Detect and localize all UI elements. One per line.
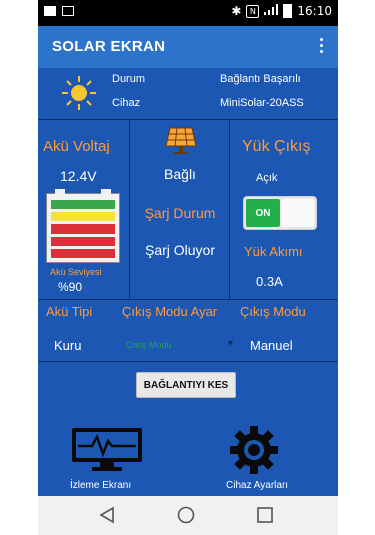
load-cell: Yük Çıkış Açık ON Yük Akımı 0.3A (230, 120, 338, 299)
battery-title: Akü Voltaj (43, 138, 110, 155)
status-bar: ✱ N 16:10 (38, 0, 338, 26)
back-icon[interactable] (98, 506, 116, 524)
battery-level-value: %90 (58, 280, 83, 294)
durum-value: Bağlantı Başarılı (220, 73, 301, 85)
battery-level-label: Akü Seviyesi (50, 267, 102, 277)
battery-type-value[interactable]: Kuru (54, 338, 81, 353)
signal-icon (264, 4, 279, 18)
info-row: Durum Bağlantı Başarılı Cihaz MiniSolar-… (38, 68, 338, 120)
output-mode-cell: Çıkış Modu Manuel (234, 300, 338, 361)
monitor-label[interactable]: İzleme Ekranı (70, 480, 131, 491)
battery-bar (51, 236, 115, 246)
battery-type-title: Akü Tipi (46, 304, 93, 319)
battery-cell: Akü Voltaj 12.4V Akü Seviyesi %90 (38, 120, 130, 299)
recents-icon[interactable] (256, 506, 274, 524)
phone-screen: ✱ N 16:10 SOLAR EKRAN Durum Bağlantı Baş… (38, 0, 338, 535)
app-title: SOLAR EKRAN (52, 38, 166, 55)
output-mode-title: Çıkış Modu (240, 304, 306, 319)
durum-label: Durum (112, 73, 146, 85)
battery-icon (283, 4, 293, 18)
dashboard: Durum Bağlantı Başarılı Cihaz MiniSolar-… (38, 68, 338, 496)
load-current-title: Yük Akımı (244, 244, 303, 259)
panel-connection: Bağlı (164, 166, 196, 182)
battery-level-icon (46, 189, 120, 263)
charge-value: Şarj Oluyor (144, 242, 216, 258)
solar-panel-icon (165, 127, 197, 154)
gear-icon[interactable] (228, 424, 280, 476)
sun-icon (62, 76, 96, 110)
battery-bar (51, 248, 115, 259)
cihaz-label: Cihaz (112, 97, 141, 109)
battery-bar (51, 200, 115, 210)
battery-voltage: 12.4V (60, 168, 97, 184)
output-mode-set-cell[interactable]: Çıkış Modu Ayar Çıkış Modu ▼ (122, 300, 235, 361)
cihaz-value: MiniSolar-20ASS (220, 97, 304, 109)
load-current-value: 0.3A (256, 274, 283, 289)
battery-bar (51, 212, 115, 222)
monitor-pulse-icon[interactable] (70, 426, 144, 472)
settings-label[interactable]: Cihaz Ayarları (226, 480, 288, 491)
nfc-icon: N (246, 4, 260, 18)
app-bar: SOLAR EKRAN (38, 26, 338, 68)
home-icon[interactable] (177, 506, 195, 524)
load-title: Yük Çıkış (242, 138, 311, 155)
charge-title: Şarj Durum (144, 205, 216, 221)
load-toggle[interactable]: ON (243, 196, 317, 230)
bluetooth-icon: ✱ (231, 4, 242, 18)
toggle-on-label: ON (255, 207, 271, 219)
more-vert-icon[interactable] (320, 38, 324, 56)
battery-bar (51, 224, 115, 234)
clock: 16:10 (297, 4, 332, 18)
panel-cell: Bağlı Şarj Durum Şarj Oluyor (130, 120, 230, 299)
settings-row: Akü Tipi Kuru Çıkış Modu Ayar Çıkış Modu… (38, 300, 338, 362)
image-icon (62, 6, 74, 16)
battery-type-cell[interactable]: Akü Tipi Kuru (38, 300, 122, 361)
notification-icon (44, 6, 56, 16)
load-state-label: Açık (256, 172, 278, 184)
disconnect-button[interactable]: BAĞLANTIYI KES (136, 372, 236, 398)
status-grid: Akü Voltaj 12.4V Akü Seviyesi %90 Bağlı … (38, 120, 338, 300)
output-mode-value: Manuel (250, 338, 293, 353)
output-mode-placeholder[interactable]: Çıkış Modu (126, 340, 172, 350)
output-mode-set-title: Çıkış Modu Ayar (122, 304, 218, 319)
navigation-bar (38, 496, 338, 535)
